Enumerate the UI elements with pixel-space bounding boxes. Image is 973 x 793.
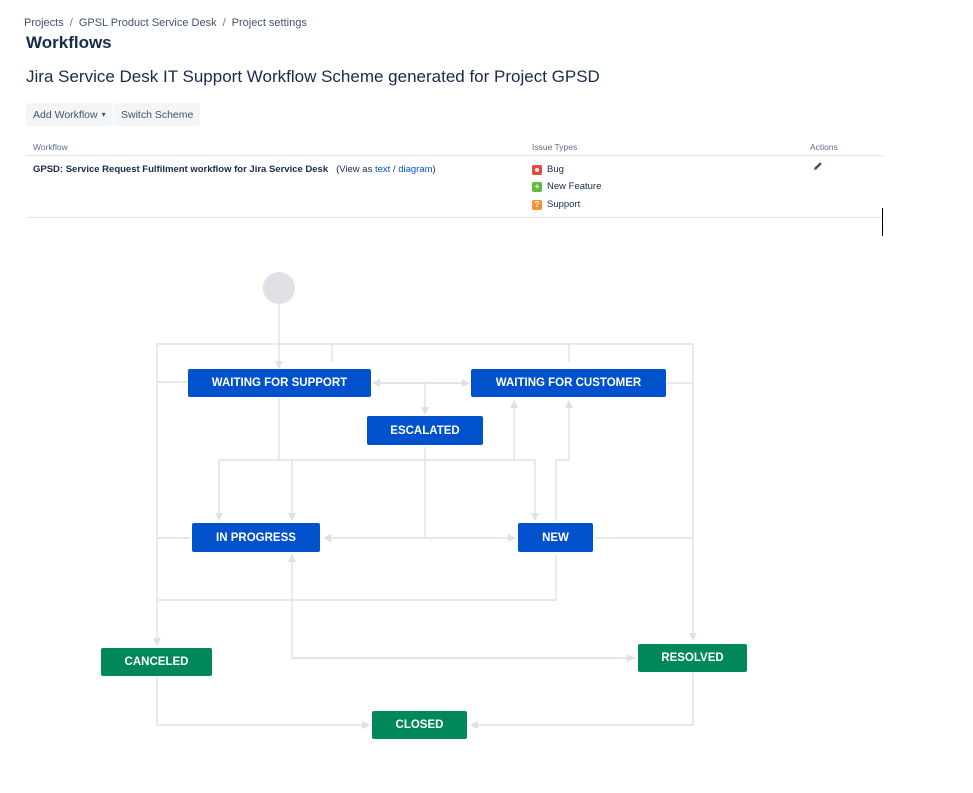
transition-support-inprogress [215,398,280,521]
status-new[interactable]: NEW [518,523,593,552]
status-escalated[interactable]: ESCALATED [367,416,483,445]
transition-resolved-closed [470,673,694,729]
transition-new-canceled [157,555,557,601]
status-resolved[interactable]: RESOLVED [638,644,747,672]
status-waiting-for-customer[interactable]: WAITING FOR CUSTOMER [471,369,666,397]
status-closed[interactable]: CLOSED [372,711,467,739]
transition-canceled-closed [156,677,370,729]
status-canceled[interactable]: CANCELED [101,648,212,676]
transition-resolved-inprogress [288,554,636,659]
status-waiting-for-support[interactable]: WAITING FOR SUPPORT [188,369,371,397]
transition-new-customer [555,400,573,521]
transition-crossbar [279,459,539,521]
status-in-progress[interactable]: IN PROGRESS [192,523,320,552]
start-node [263,272,295,304]
